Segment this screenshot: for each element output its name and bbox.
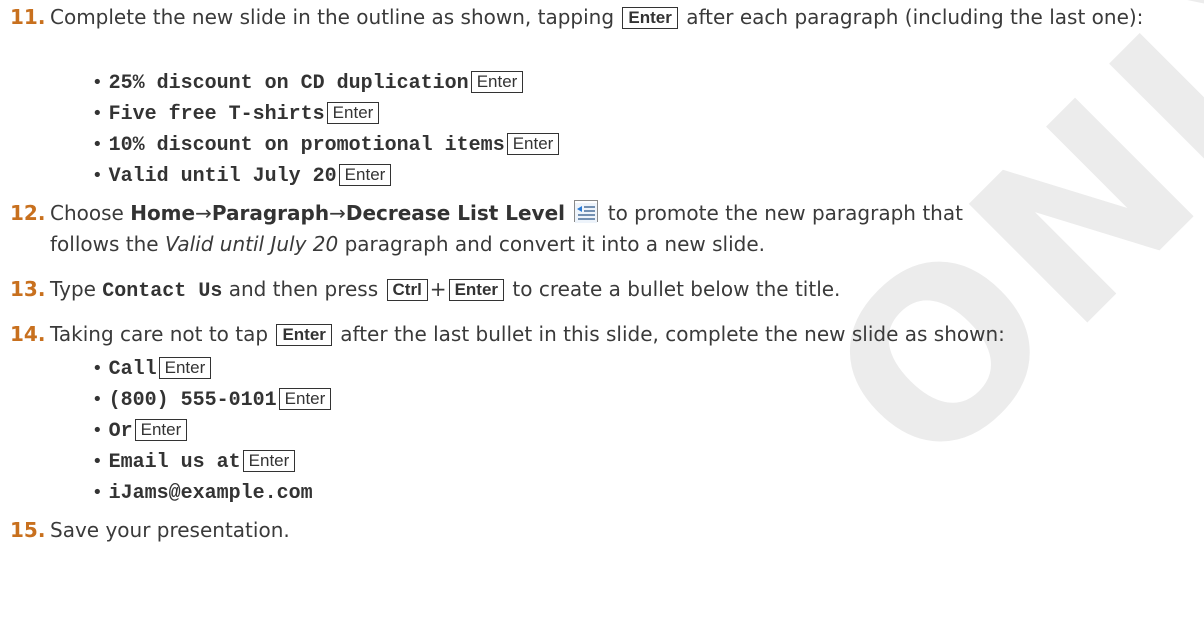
bullet-text: 10% discount on promotional items — [108, 134, 505, 157]
menu-home: Home — [130, 201, 196, 225]
bullet-item: • Valid until July 20 Enter — [92, 159, 393, 192]
bullet-text: 25% discount on CD duplication — [108, 72, 469, 95]
step-text-part: paragraph and convert it into a new slid… — [344, 232, 765, 256]
ctrl-key: Ctrl — [386, 279, 428, 301]
step-text-part: to promote the new paragraph that — [607, 201, 963, 225]
enter-key: Enter — [134, 419, 188, 441]
step-text-part: Type — [50, 277, 96, 301]
step-text: Complete the new slide in the outline as… — [50, 2, 1200, 33]
bullet-text: iJams@example.com — [108, 482, 313, 505]
bullet-text: Or — [108, 420, 133, 443]
menu-decrease-list-level: Decrease List Level — [345, 201, 566, 225]
menu-paragraph: Paragraph — [211, 201, 330, 225]
bullet-dot: • — [92, 72, 103, 93]
bullet-item: • Email us at Enter — [92, 445, 297, 478]
plus-sign: + — [429, 277, 447, 301]
enter-key: Enter — [278, 388, 332, 410]
decrease-list-level-icon — [574, 200, 599, 223]
step-text-part: to create a bullet below the title. — [512, 277, 841, 301]
arrow-icon: → — [195, 201, 212, 225]
step-text-part: Choose — [50, 201, 124, 225]
bullet-item: • 25% discount on CD duplication Enter — [92, 66, 525, 99]
bullet-text: (800) 555-0101 — [108, 389, 277, 412]
bullet-text: Five free T-shirts — [108, 103, 325, 126]
enter-key: Enter — [242, 450, 296, 472]
step-text: Taking care not to tap Enter after the l… — [50, 319, 1200, 350]
step-text-part: after each paragraph (including the last… — [686, 5, 1144, 29]
bullet-dot: • — [92, 420, 103, 441]
bullet-dot: • — [92, 134, 103, 155]
bullet-item: • Or Enter — [92, 414, 189, 447]
enter-key: Enter — [470, 71, 524, 93]
step-text-part: Complete the new slide in the outline as… — [50, 5, 615, 29]
bullet-text: Call — [108, 358, 157, 381]
bullet-dot: • — [92, 165, 103, 186]
enter-key: Enter — [326, 102, 380, 124]
bullet-text: Valid until July 20 — [108, 165, 337, 188]
step-text: Choose Home→Paragraph→Decrease List Leve… — [50, 198, 1200, 260]
bullet-dot: • — [92, 103, 103, 124]
bullet-item: • Five free T-shirts Enter — [92, 97, 381, 130]
step-number: 14. — [10, 322, 46, 346]
step-text-part: after the last bullet in this slide, com… — [340, 322, 1005, 346]
enter-key: Enter — [276, 324, 332, 346]
bullet-text: Email us at — [108, 451, 241, 474]
step-number: 12. — [10, 201, 46, 225]
italic-reference: Valid until July 20 — [164, 232, 339, 256]
bullet-dot: • — [92, 358, 103, 379]
bullet-item: • (800) 555-0101 Enter — [92, 383, 333, 416]
enter-key: Enter — [158, 357, 212, 379]
step-text: Type Contact Us and then press Ctrl + Ente… — [50, 274, 1200, 307]
step-number: 13. — [10, 277, 46, 301]
arrow-icon: → — [329, 201, 346, 225]
code-text: Contact Us — [102, 280, 223, 303]
bullet-item: • iJams@example.com — [92, 476, 313, 509]
bullet-item: • Call Enter — [92, 352, 213, 385]
step-text-part: follows the — [50, 232, 159, 256]
step-number: 11. — [10, 5, 46, 29]
bullet-dot: • — [92, 451, 103, 472]
step-text-part: Save your presentation. — [50, 518, 290, 542]
step-text: Save your presentation. — [50, 515, 1200, 546]
enter-key: Enter — [506, 133, 560, 155]
bullet-dot: • — [92, 482, 103, 503]
bullet-dot: • — [92, 389, 103, 410]
step-number: 15. — [10, 518, 46, 542]
step-text-part: Taking care not to tap — [50, 322, 269, 346]
enter-key: Enter — [448, 279, 505, 301]
bullet-item: • 10% discount on promotional items Enter — [92, 128, 561, 161]
enter-key: Enter — [622, 7, 678, 29]
enter-key: Enter — [338, 164, 392, 186]
step-text-part: and then press — [228, 277, 379, 301]
